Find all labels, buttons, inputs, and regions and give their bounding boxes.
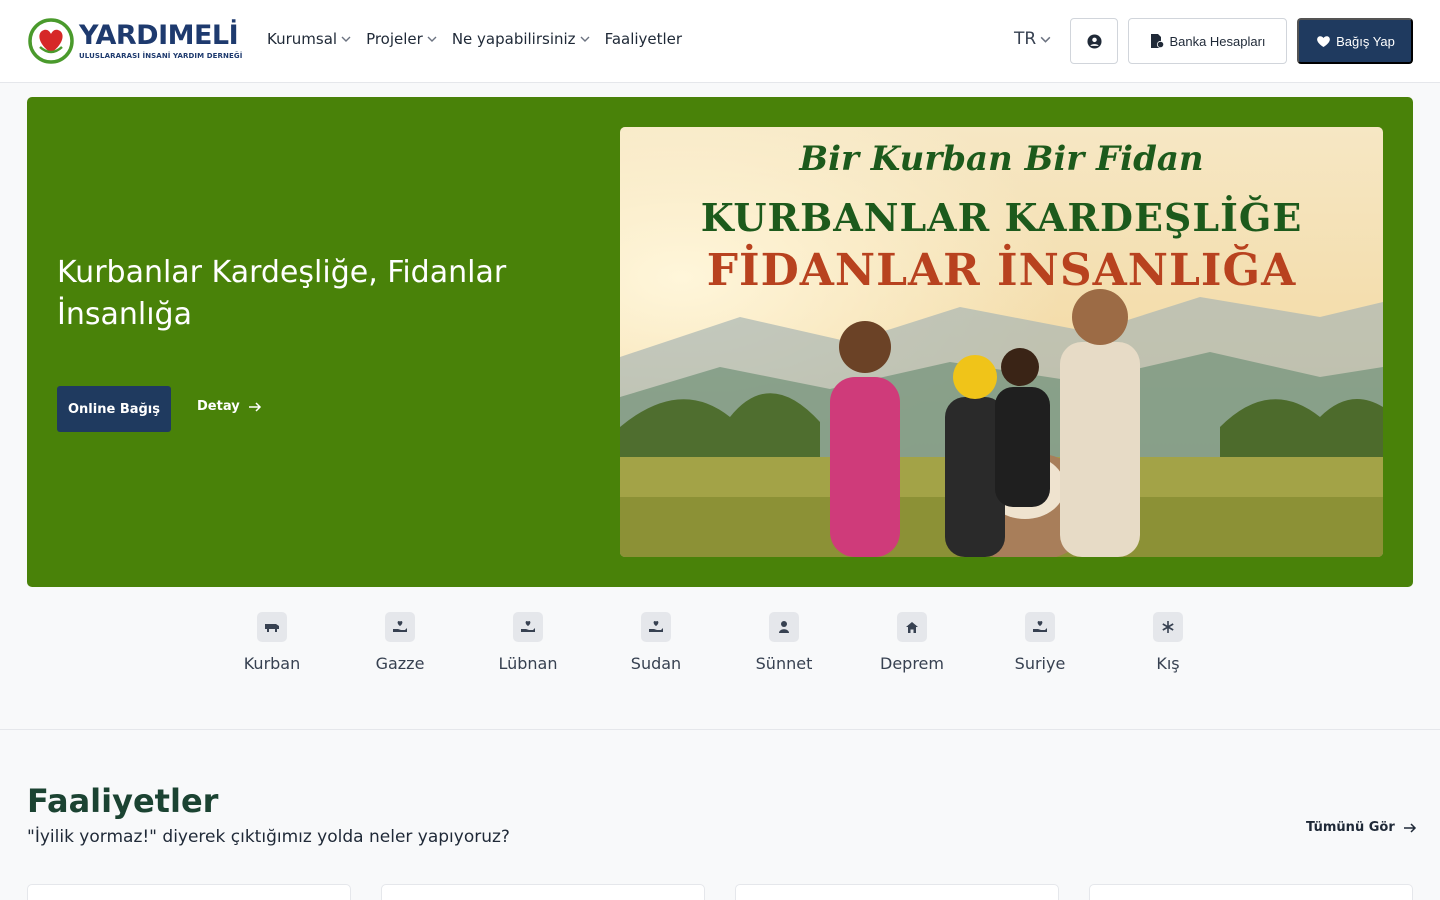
hand-heart-icon (1317, 35, 1330, 47)
category-shortcuts: Kurban Gazze Lübnan Sudan Sünnet Deprem (208, 612, 1232, 682)
category-label: Gazze (375, 654, 425, 673)
site-header: YARDIMELİ ULUSLARARASI İNSANİ YARDIM DER… (0, 0, 1440, 83)
bank-accounts-button[interactable]: Banka Hesapları (1128, 18, 1287, 64)
cow-icon (257, 612, 287, 642)
nav-item-ne-yapabilirsiniz[interactable]: Ne yapabilirsiniz (452, 30, 591, 48)
activities-title: Faaliyetler (27, 782, 219, 820)
nav-item-label: Faaliyetler (604, 30, 683, 48)
category-label: Kurban (243, 654, 301, 673)
language-label: TR (1014, 29, 1037, 49)
activity-card[interactable] (1089, 884, 1413, 900)
chevron-down-icon (580, 36, 590, 42)
nav-item-projeler[interactable]: Projeler (366, 30, 438, 48)
category-deprem[interactable]: Deprem (848, 612, 976, 673)
category-kurban[interactable]: Kurban (208, 612, 336, 673)
chevron-down-icon (427, 36, 437, 42)
detail-link[interactable]: Detay (197, 399, 262, 414)
brand-tagline: ULUSLARARASI İNSANİ YARDIM DERNEĞİ (79, 52, 243, 60)
category-lubnan[interactable]: Lübnan (464, 612, 592, 673)
snowflake-icon (1153, 612, 1183, 642)
hand-heart-icon (385, 612, 415, 642)
category-label: Deprem (880, 654, 944, 673)
activity-card[interactable] (27, 884, 351, 900)
user-circle-icon (1086, 33, 1102, 49)
donate-button[interactable]: Bağış Yap (1297, 18, 1413, 64)
category-label: Kış (1156, 654, 1180, 673)
nav-item-kurumsal[interactable]: Kurumsal (267, 30, 352, 48)
category-sunnet[interactable]: Sünnet (720, 612, 848, 673)
chevron-down-icon (1040, 36, 1051, 43)
category-label: Sünnet (755, 654, 813, 673)
see-all-label: Tümünü Gör (1306, 820, 1395, 835)
category-gazze[interactable]: Gazze (336, 612, 464, 673)
activity-card[interactable] (735, 884, 1059, 900)
category-label: Lübnan (498, 654, 558, 673)
brand-name: YARDIMELİ (79, 20, 239, 51)
activity-card[interactable] (381, 884, 705, 900)
see-all-link[interactable]: Tümünü Gör (1306, 820, 1417, 835)
user-account-button[interactable] (1070, 18, 1118, 64)
donate-label: Bağış Yap (1336, 33, 1395, 49)
nav-item-label: Kurumsal (267, 30, 338, 48)
hero-banner: Kurbanlar Kardeşliğe, Fidanlar İnsanlığa… (27, 97, 1413, 587)
category-suriye[interactable]: Suriye (976, 612, 1104, 673)
hand-heart-icon (513, 612, 543, 642)
banner-line-2: FİDANLAR İNSANLIĞA (706, 245, 1297, 296)
language-selector[interactable]: TR (1014, 29, 1052, 49)
hero-campaign-image[interactable]: Bir Kurban Bir Fidan KURBANLAR KARDEŞLİĞ… (620, 127, 1383, 557)
arrow-right-icon (248, 401, 261, 412)
hero-title: Kurbanlar Kardeşliğe, Fidanlar İnsanlığa (57, 255, 507, 332)
arrow-right-icon (1403, 822, 1416, 833)
section-divider (0, 729, 1440, 730)
house-icon (897, 612, 927, 642)
hand-heart-icon (1025, 612, 1055, 642)
activities-subtitle: "İyilik yormaz!" diyerek çıktığımız yold… (27, 827, 510, 847)
main-nav: Kurumsal Projeler Ne yapabilirsiniz Faal… (267, 30, 696, 48)
heart-logo-icon (27, 17, 75, 65)
nav-item-label: Ne yapabilirsiniz (451, 30, 576, 48)
category-kis[interactable]: Kış (1104, 612, 1232, 673)
online-donation-button[interactable]: Online Bağış (57, 386, 171, 432)
logo[interactable]: YARDIMELİ ULUSLARARASI İNSANİ YARDIM DER… (27, 17, 242, 65)
bank-accounts-label: Banka Hesapları (1169, 33, 1266, 49)
nav-item-faaliyetler[interactable]: Faaliyetler (605, 30, 683, 48)
category-label: Suriye (1014, 654, 1066, 673)
chevron-down-icon (341, 36, 351, 42)
category-label: Sudan (630, 654, 682, 673)
banner-script-line: Bir Kurban Bir Fidan (799, 139, 1204, 179)
child-icon (769, 612, 799, 642)
nav-item-label: Projeler (366, 30, 423, 48)
bank-document-icon (1151, 34, 1165, 49)
detail-link-label: Detay (197, 399, 240, 414)
banner-line-1: KURBANLAR KARDEŞLİĞE (700, 195, 1303, 240)
hand-heart-icon (641, 612, 671, 642)
category-sudan[interactable]: Sudan (592, 612, 720, 673)
